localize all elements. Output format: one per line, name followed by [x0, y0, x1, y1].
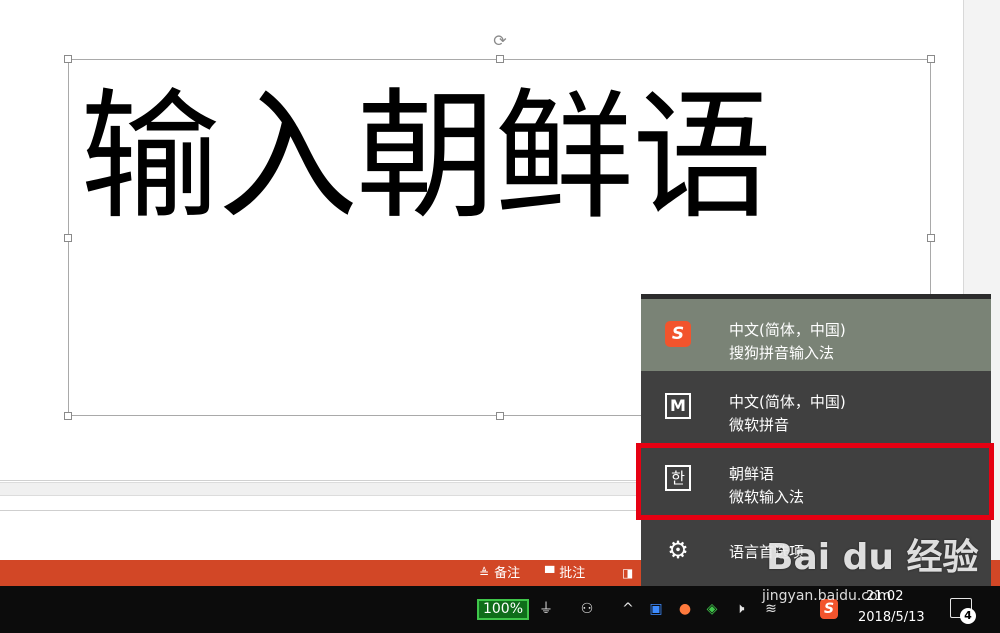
lang-item-ime: 搜狗拼音输入法 [729, 344, 835, 362]
lang-item-microsoft-pinyin[interactable]: M 中文(简体，中国) 微软拼音 [641, 371, 991, 443]
highlight-box [636, 443, 994, 520]
normal-view-button[interactable]: ◨ [622, 560, 638, 586]
power-plug-icon[interactable]: ⏚ [538, 599, 554, 619]
normal-view-icon: ◨ [622, 566, 634, 580]
usb-icon[interactable]: ▣ [648, 599, 664, 619]
people-icon[interactable]: ⚇ [577, 599, 597, 619]
resize-handle-bottom-left[interactable] [64, 412, 72, 420]
baidu-watermark-url: jingyan.baidu.com [762, 588, 892, 604]
lang-item-language: 中文(简体，中国) [729, 321, 846, 339]
resize-handle-top-right[interactable] [927, 55, 935, 63]
resize-handle-top[interactable] [496, 55, 504, 63]
resize-handle-left[interactable] [64, 234, 72, 242]
security-shield-icon[interactable]: ◈ [703, 599, 721, 619]
lang-item-language: 中文(简体，中国) [729, 393, 846, 411]
notification-count-badge: 4 [960, 608, 976, 624]
resize-handle-top-left[interactable] [64, 55, 72, 63]
volume-icon[interactable]: 🕨 [731, 599, 749, 619]
notes-button[interactable]: ≜ 备注 [479, 560, 520, 586]
microsoft-ime-icon: M [665, 393, 691, 419]
resize-handle-right[interactable] [927, 234, 935, 242]
baidu-watermark-logo: Bai du 经验 [766, 537, 979, 578]
lang-item-ime: 微软拼音 [729, 416, 790, 434]
chevron-up-icon[interactable]: ^ [620, 599, 636, 619]
comment-icon: ▀ [545, 566, 555, 580]
gear-icon: ⚙ [667, 536, 689, 564]
comments-button[interactable]: ▀ 批注 [545, 560, 585, 586]
notes-icon: ≜ [479, 566, 490, 580]
resize-handle-bottom[interactable] [496, 412, 504, 420]
sogou-icon: S [665, 321, 691, 347]
lang-item-sogou[interactable]: S 中文(简体，中国) 搜狗拼音输入法 [641, 299, 991, 371]
slide-text[interactable]: 输入朝鲜语 [80, 63, 772, 253]
clock-date[interactable]: 2018/5/13 [858, 610, 925, 625]
app-tray-icon[interactable]: ● [677, 599, 693, 619]
rotate-handle-icon[interactable]: ⟳ [490, 31, 510, 51]
battery-indicator[interactable]: 100% [477, 599, 529, 620]
